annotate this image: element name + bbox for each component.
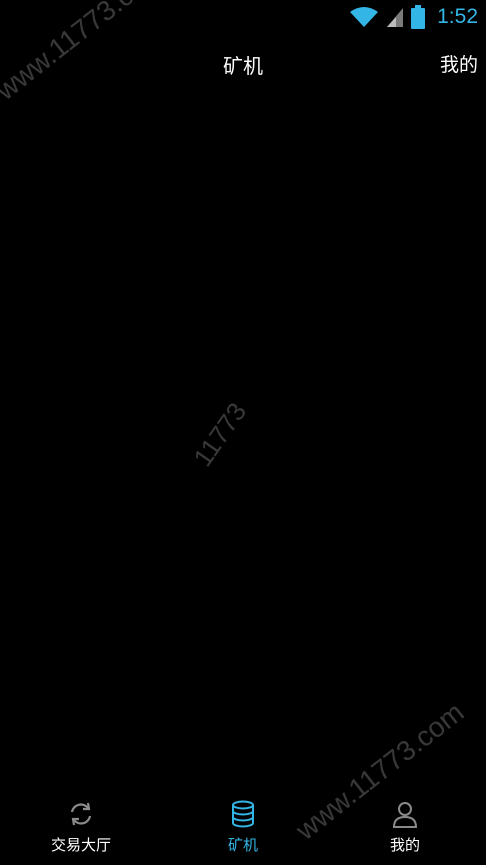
my-link[interactable]: 我的: [440, 50, 478, 77]
status-icons: 1:52: [349, 4, 478, 30]
database-icon: [232, 800, 254, 828]
main-content: [0, 92, 486, 792]
nav-label-miner: 矿机: [227, 836, 258, 854]
nav-item-mine[interactable]: 我的: [324, 793, 486, 865]
signal-icon: [387, 8, 404, 27]
refresh-icon: [70, 802, 92, 826]
nav-item-trading-hall[interactable]: 交易大厅: [0, 793, 162, 865]
status-time: 1:52: [437, 5, 478, 28]
page-title: 矿机: [223, 54, 263, 78]
nav-label-trading-hall: 交易大厅: [50, 836, 111, 854]
nav-item-miner[interactable]: 矿机: [162, 793, 324, 865]
wifi-icon: [350, 7, 379, 27]
user-icon: [392, 802, 418, 828]
header: 矿机 我的: [0, 36, 486, 92]
status-bar: 1:52: [0, 0, 486, 34]
nav-label-mine: 我的: [389, 836, 420, 854]
battery-icon: [411, 5, 426, 29]
bottom-nav: 交易大厅 矿机 我的: [0, 793, 486, 865]
